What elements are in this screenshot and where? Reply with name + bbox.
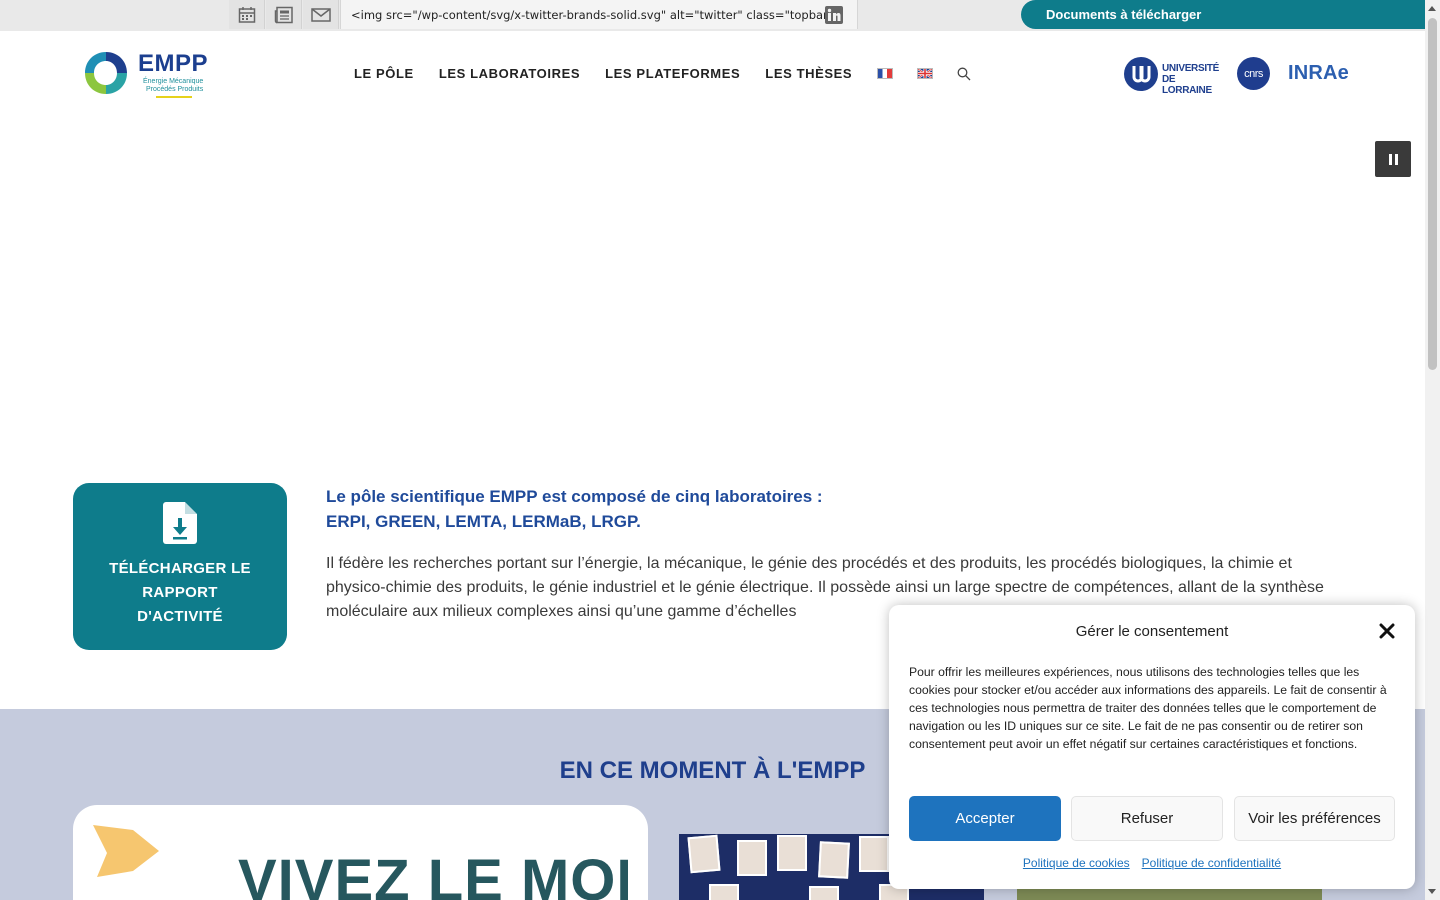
scrollbar[interactable] [1425,0,1440,900]
file-download-icon [163,502,197,544]
universite-de-lorraine-logo[interactable]: UNIVERSITÉ DE LORRAINE [1124,56,1222,96]
news-card-nature-photo[interactable] [1017,888,1322,900]
inrae-logo[interactable]: INRAe [1288,62,1349,85]
topbar: <img src="/wp-content/svg/x-twitter-bran… [0,0,1425,31]
search-icon[interactable] [957,67,971,81]
calendar-icon[interactable] [229,0,265,29]
intro-title: Le pôle scientifique EMPP est composé de… [326,487,823,531]
logo-title: EMPP [138,50,209,77]
cookie-consent-dialog: Gérer le consentement Pour offrir les me… [889,605,1415,889]
ul-line-2: DE LORRAINE [1162,74,1212,96]
logo-underline [156,96,192,98]
newspaper-icon[interactable] [266,0,302,29]
nav-item-laboratoires[interactable]: LES LABORATOIRES [439,66,580,81]
french-flag-icon[interactable] [877,68,894,79]
nav-item-theses[interactable]: LES THÈSES [765,66,852,81]
logo-subtitle-1: Énergie Mécanique [143,78,204,85]
code-snippet-text: <img src="/wp-content/svg/x-twitter-bran… [351,7,834,22]
nav-item-plateformes[interactable]: LES PLATEFORMES [605,66,740,81]
scrollbar-thumb[interactable] [1428,18,1437,370]
consent-body: Pour offrir les meilleures expériences, … [909,665,1387,751]
download-activity-report-card[interactable]: TÉLÉCHARGER LE RAPPORT D'ACTIVITÉ [73,483,287,650]
close-icon[interactable] [1379,623,1395,639]
scroll-up-arrow-icon[interactable] [1428,6,1436,11]
empp-logo[interactable]: EMPP Énergie Mécanique Procédés Produits [81,48,216,102]
view-preferences-button[interactable]: Voir les préférences [1234,796,1395,841]
empp-logo-mark-icon [85,52,127,94]
main-nav: LE PÔLE LES LABORATOIRES LES PLATEFORMES… [354,66,971,81]
news-card-vivez[interactable]: VIVEZ LE MOI [73,805,648,900]
consent-links: Politique de cookies Politique de confid… [889,856,1415,870]
accept-button[interactable]: Accepter [909,796,1061,841]
mail-icon[interactable] [303,0,339,29]
ul-logo-icon [1124,57,1158,91]
slider-pause-button[interactable] [1375,141,1411,177]
cnrs-logo[interactable]: cnrs [1237,57,1270,90]
scroll-down-arrow-icon[interactable] [1428,889,1436,894]
nav-item-le-pole[interactable]: LE PÔLE [354,66,414,81]
download-card-label: TÉLÉCHARGER LE RAPPORT D'ACTIVITÉ [109,560,251,625]
arrow-shape-icon [93,825,159,877]
linkedin-icon[interactable] [825,6,843,24]
ul-line-1: UNIVERSITÉ [1162,63,1220,74]
consent-title: Gérer le consentement [1075,623,1229,640]
english-flag-icon[interactable] [917,68,934,79]
news-card-headline: VIVEZ LE MOI [238,848,628,900]
refuse-button[interactable]: Refuser [1071,796,1223,841]
pause-icon [1388,153,1392,165]
privacy-policy-link[interactable]: Politique de confidentialité [1142,856,1281,870]
logo-subtitle-2: Procédés Produits [146,86,204,93]
topbar-code-snippet: <img src="/wp-content/svg/x-twitter-bran… [340,0,858,29]
documents-download-button[interactable]: Documents à télécharger [1021,0,1425,29]
cookie-policy-link[interactable]: Politique de cookies [1023,856,1130,870]
